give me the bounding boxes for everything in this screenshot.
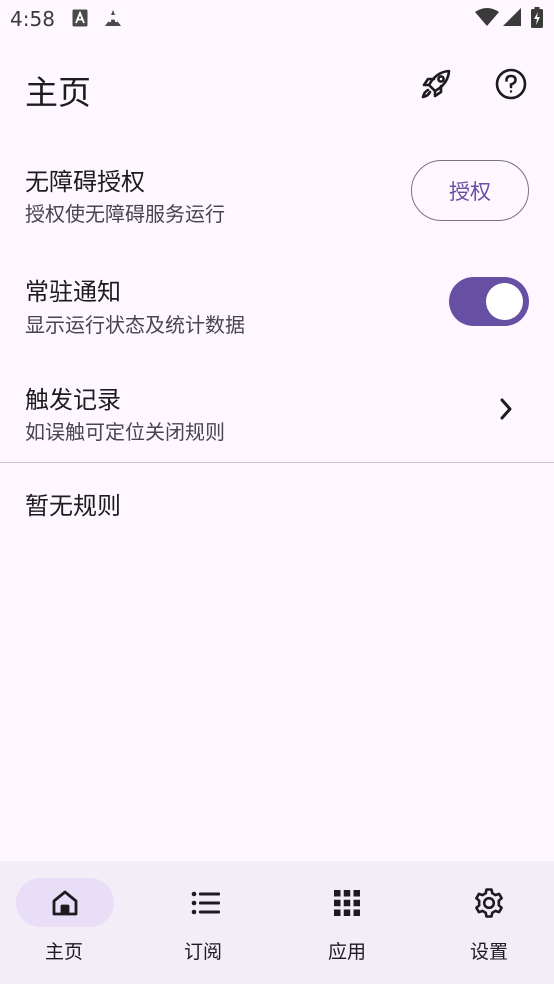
home-icon	[47, 885, 83, 921]
status-time: 4:58	[10, 7, 55, 31]
nav-item-settings[interactable]: 设置	[414, 861, 552, 984]
notification-title: 常驻通知	[25, 278, 121, 306]
help-icon	[494, 67, 528, 105]
status-bar: 4:58	[0, 0, 554, 38]
signal-icon	[503, 8, 521, 31]
font-app-notification-icon	[72, 9, 88, 31]
grant-accessibility-button[interactable]: 授权	[411, 160, 529, 221]
divider	[0, 462, 554, 463]
help-button[interactable]	[489, 64, 533, 108]
nav-item-subscriptions[interactable]: 订阅	[138, 861, 276, 984]
screen: 4:58 主页 无障碍授权 授权使无障碍服务运行 授权 常驻通知 显示运行状态及…	[0, 0, 554, 984]
nav-label-apps: 应用	[327, 941, 366, 963]
bottom-navigation-bar: 主页 订阅 应用 设置	[0, 861, 554, 984]
notification-subtitle: 显示运行状态及统计数据	[25, 313, 245, 337]
trigger-log-row[interactable]: 触发记录 如误触可定位关闭规则	[0, 370, 554, 458]
nav-item-home[interactable]: 主页	[0, 861, 138, 984]
top-app-bar: 主页	[0, 56, 554, 120]
rocket-icon	[418, 66, 454, 106]
accessibility-subtitle: 授权使无障碍服务运行	[25, 202, 225, 226]
notification-toggle[interactable]	[449, 277, 529, 326]
wifi-icon	[475, 8, 499, 31]
nav-label-home: 主页	[44, 941, 83, 963]
nav-item-apps[interactable]: 应用	[276, 861, 414, 984]
apps-grid-icon	[329, 885, 365, 921]
nav-label-settings: 设置	[469, 941, 508, 963]
trigger-log-title: 触发记录	[25, 386, 121, 414]
chevron-right-icon	[498, 396, 514, 426]
nav-label-subscriptions: 订阅	[183, 941, 222, 963]
gear-icon	[471, 885, 507, 921]
empty-rules-text: 暂无规则	[25, 492, 121, 520]
usb-debug-icon	[103, 9, 123, 31]
battery-charging-icon	[531, 7, 543, 32]
page-title: 主页	[25, 73, 91, 112]
rocket-button[interactable]	[414, 64, 458, 108]
toggle-knob	[486, 283, 523, 320]
trigger-log-subtitle: 如误触可定位关闭规则	[25, 420, 225, 444]
accessibility-title: 无障碍授权	[25, 168, 145, 196]
list-icon	[188, 885, 224, 921]
